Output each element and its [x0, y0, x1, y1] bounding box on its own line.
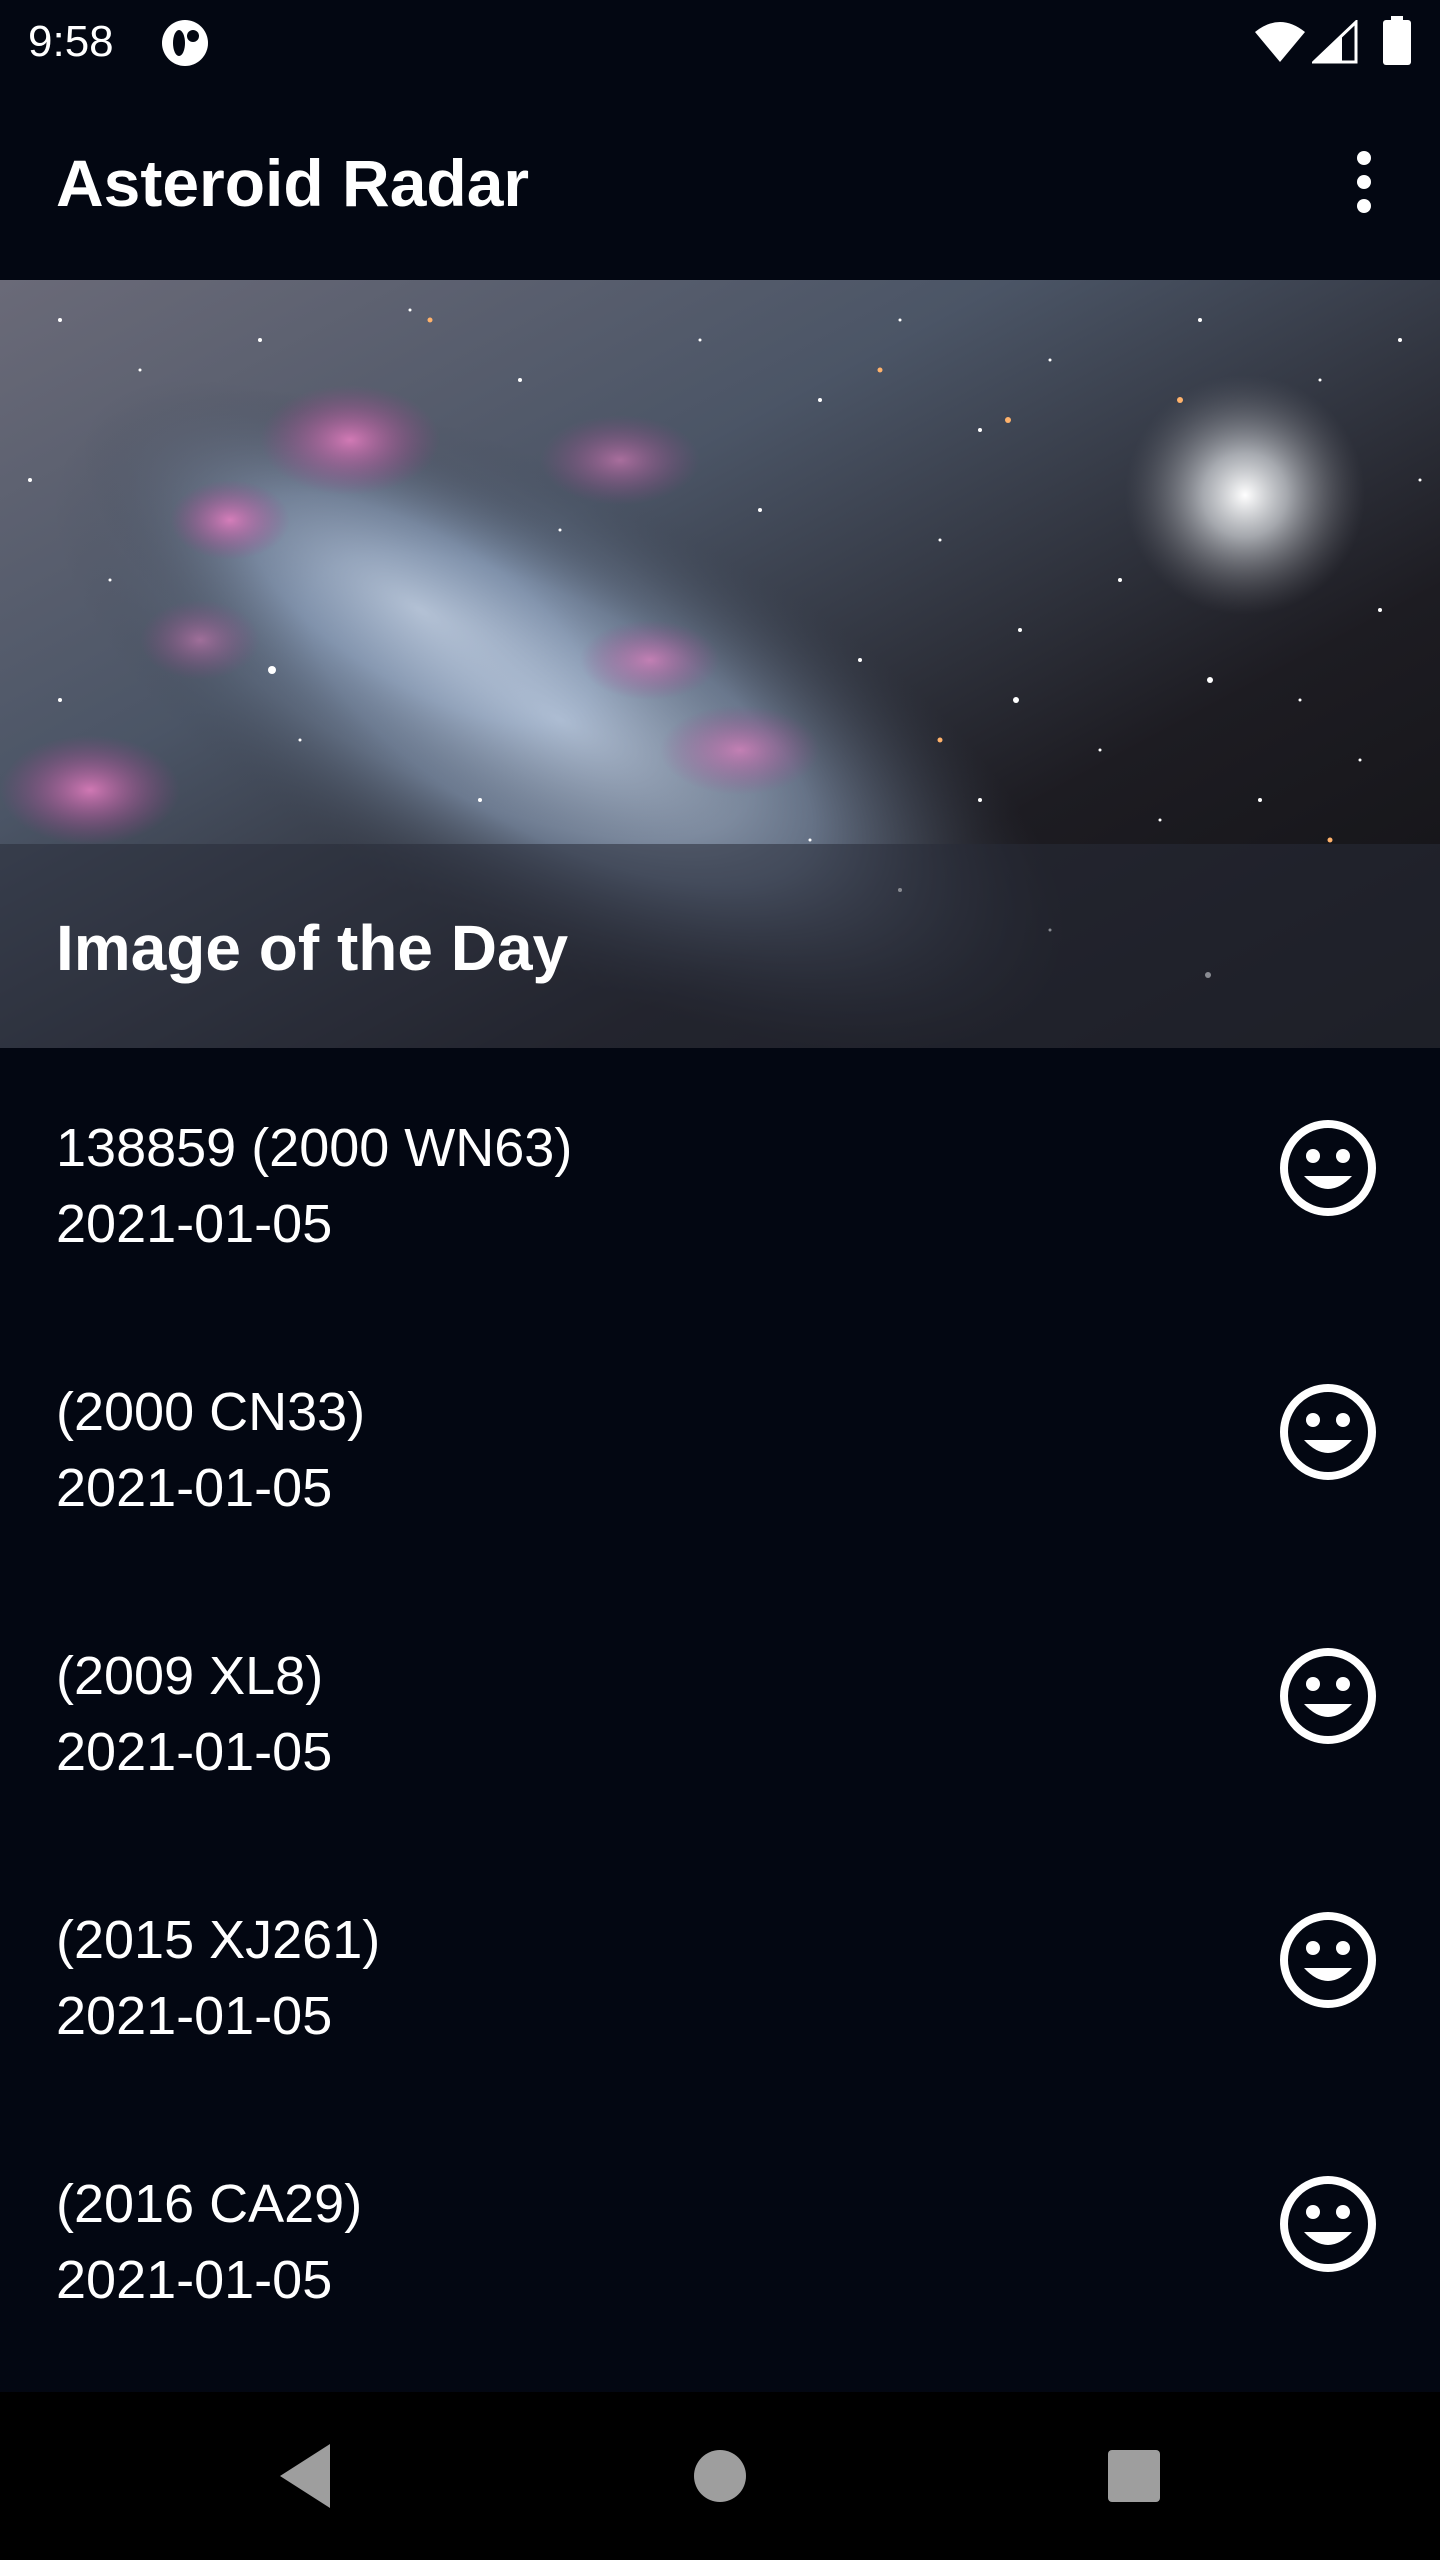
asteroid-list-item[interactable]: 138859 (2000 WN63) 2021-01-05 [0, 1048, 1440, 1312]
status-bar: 9:58 [0, 0, 1440, 84]
asteroid-list: 138859 (2000 WN63) 2021-01-05 (2000 CN33… [0, 1048, 1440, 2392]
asteroid-approach-date: 2021-01-05 [56, 1458, 333, 1518]
signal-icon [1312, 20, 1358, 64]
smiley-icon [1280, 2176, 1376, 2272]
asteroid-name: (2015 XJ261) [56, 1910, 381, 1970]
asteroid-list-item[interactable]: (2016 CA29) 2021-01-05 [0, 2104, 1440, 2368]
notification-app-icon [162, 20, 208, 66]
app-screen: 9:58 Asteroid Radar Image of the Day 138… [0, 0, 1440, 2560]
battery-icon [1383, 16, 1411, 65]
asteroid-approach-date: 2021-01-05 [56, 1722, 333, 1782]
status-time: 9:58 [28, 17, 114, 66]
asteroid-name: (2009 XL8) [56, 1646, 324, 1706]
back-icon[interactable] [268, 2436, 348, 2516]
asteroid-name: (2016 CA29) [56, 2174, 363, 2234]
asteroid-list-item[interactable]: (2015 XJ261) 2021-01-05 [0, 1840, 1440, 2104]
asteroid-list-item[interactable]: (2009 XL8) 2021-01-05 [0, 1576, 1440, 1840]
asteroid-approach-date: 2021-01-05 [56, 1194, 333, 1254]
smiley-icon [1280, 1912, 1376, 2008]
smiley-icon [1280, 1648, 1376, 1744]
home-icon[interactable] [680, 2436, 760, 2516]
overflow-menu-button[interactable] [1326, 144, 1402, 220]
app-title: Asteroid Radar [56, 146, 530, 220]
app-bar: Asteroid Radar [0, 84, 1440, 280]
recents-icon[interactable] [1094, 2436, 1174, 2516]
image-of-the-day-caption: Image of the Day [56, 912, 569, 984]
asteroid-list-item[interactable]: (2000 CN33) 2021-01-05 [0, 1312, 1440, 1576]
wifi-icon [1255, 22, 1305, 62]
asteroid-name: 138859 (2000 WN63) [56, 1118, 573, 1178]
asteroid-approach-date: 2021-01-05 [56, 2250, 333, 2310]
asteroid-name: (2000 CN33) [56, 1382, 366, 1442]
more-vert-icon [1357, 151, 1371, 213]
image-of-the-day[interactable]: Image of the Day [0, 280, 1440, 1048]
asteroid-approach-date: 2021-01-05 [56, 1986, 333, 2046]
smiley-icon [1280, 1384, 1376, 1480]
smiley-icon [1280, 1120, 1376, 1216]
navigation-bar [0, 2392, 1440, 2560]
